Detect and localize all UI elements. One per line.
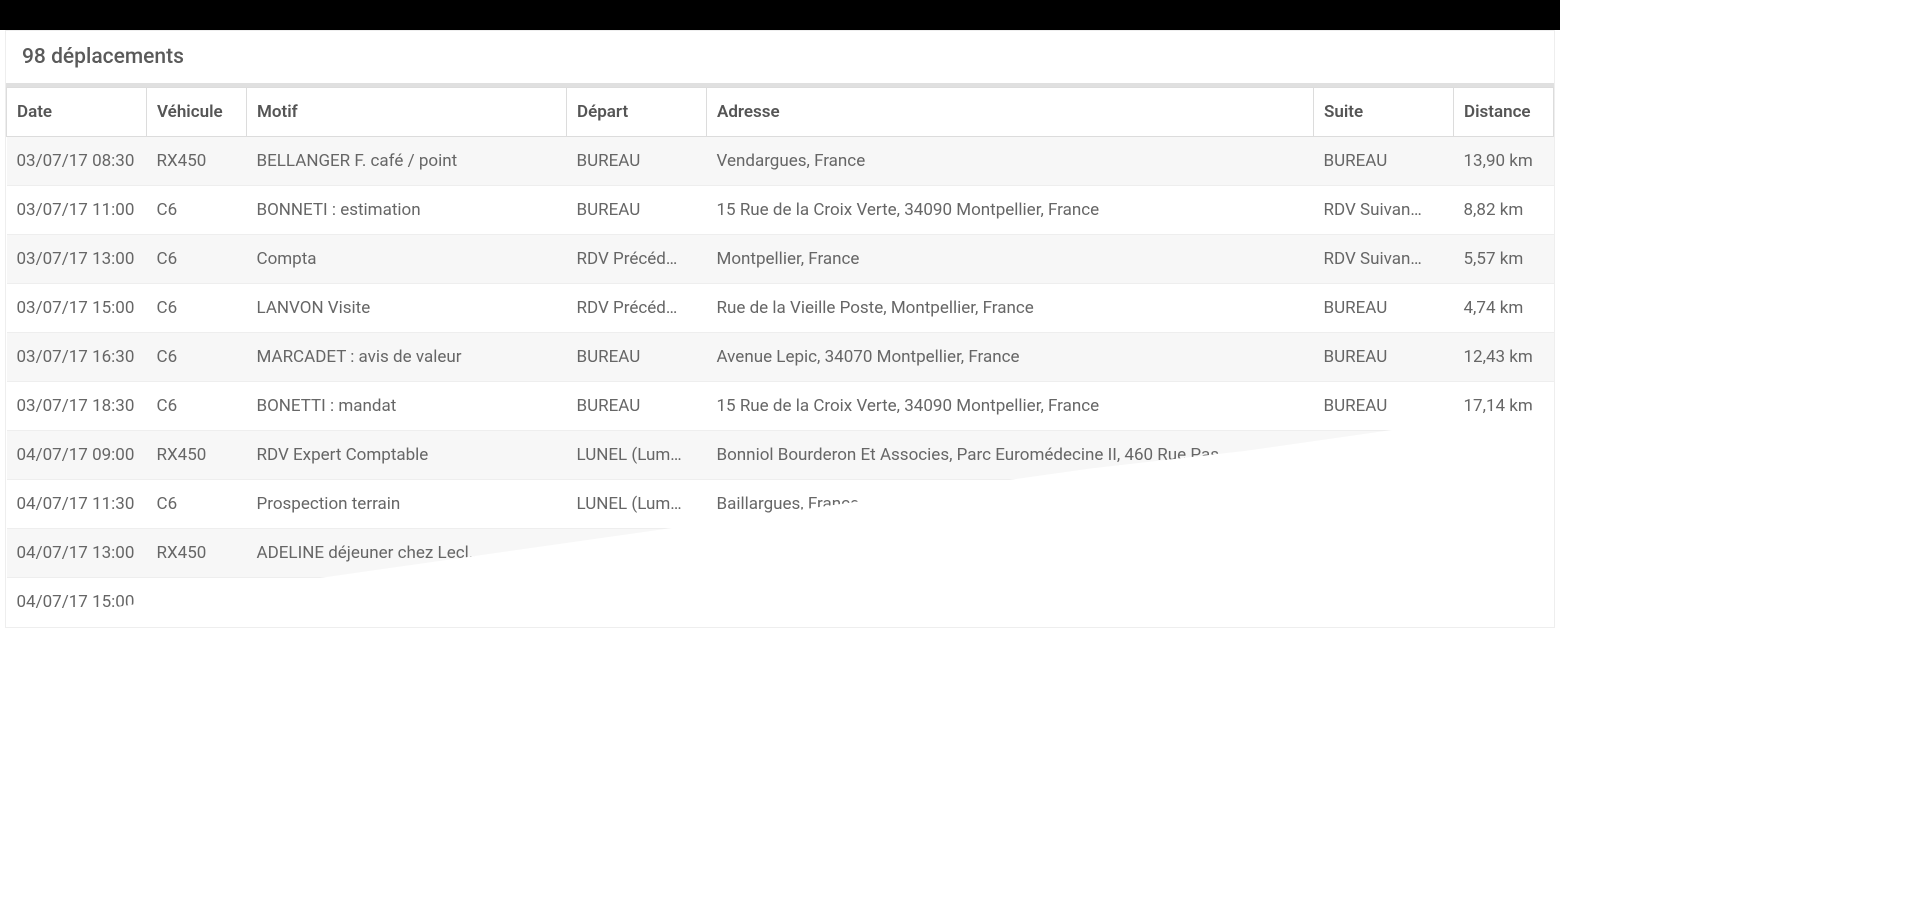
cell-distance: 12,43 km	[1454, 333, 1554, 382]
cell-date: 03/07/17 16:30	[7, 333, 147, 382]
cell-adresse	[707, 529, 1314, 578]
cell-vehicule: C6	[147, 284, 247, 333]
table-row[interactable]: 03/07/17 13:00C6ComptaRDV Précéd…Montpel…	[7, 235, 1554, 284]
cell-suite: BUREAU	[1314, 333, 1454, 382]
cell-suite: RDV Suivan…	[1314, 186, 1454, 235]
cell-distance	[1454, 578, 1554, 627]
cell-distance	[1454, 431, 1554, 480]
trips-panel: 98 déplacements Date Véhicule Motif Dépa…	[5, 30, 1555, 628]
cell-date: 04/07/17 09:00	[7, 431, 147, 480]
cell-motif: Compta	[247, 235, 567, 284]
cell-vehicule	[147, 578, 247, 627]
cell-distance	[1454, 529, 1554, 578]
cell-depart: BUREAU	[567, 186, 707, 235]
cell-suite	[1314, 578, 1454, 627]
cell-depart: RDV Précéd…	[567, 284, 707, 333]
cell-suite: BUREAU	[1314, 382, 1454, 431]
table-row[interactable]: 03/07/17 15:00C6LANVON VisiteRDV Précéd……	[7, 284, 1554, 333]
cell-adresse: Montpellier, France	[707, 235, 1314, 284]
cell-vehicule: RX450	[147, 137, 247, 186]
trips-table: Date Véhicule Motif Départ Adresse Suite…	[6, 87, 1554, 627]
col-header-motif[interactable]: Motif	[247, 88, 567, 137]
cell-date: 04/07/17 11:30	[7, 480, 147, 529]
cell-date: 03/07/17 08:30	[7, 137, 147, 186]
col-header-distance[interactable]: Distance	[1454, 88, 1554, 137]
cell-depart: BUREAU	[567, 137, 707, 186]
table-header-row: Date Véhicule Motif Départ Adresse Suite…	[7, 88, 1554, 137]
cell-date: 04/07/17 15:00	[7, 578, 147, 627]
cell-depart: BUREAU	[567, 333, 707, 382]
cell-suite: BUREAU	[1314, 284, 1454, 333]
cell-distance: 5,57 km	[1454, 235, 1554, 284]
table-row[interactable]: 03/07/17 11:00C6BONNETI : estimationBURE…	[7, 186, 1554, 235]
table-row[interactable]: 03/07/17 08:30RX450BELLANGER F. café / p…	[7, 137, 1554, 186]
cell-distance: 17,14 km	[1454, 382, 1554, 431]
top-black-bar	[0, 0, 1560, 30]
cell-motif: RDV Expert Comptable	[247, 431, 567, 480]
cell-motif: MARCADET : avis de valeur	[247, 333, 567, 382]
cell-date: 03/07/17 11:00	[7, 186, 147, 235]
table-row[interactable]: 04/07/17 15:00	[7, 578, 1554, 627]
col-header-date[interactable]: Date	[7, 88, 147, 137]
cell-suite	[1314, 529, 1454, 578]
cell-vehicule: C6	[147, 186, 247, 235]
cell-motif	[247, 578, 567, 627]
cell-adresse: 15 Rue de la Croix Verte, 34090 Montpell…	[707, 186, 1314, 235]
table-row[interactable]: 04/07/17 11:30C6Prospection terrainLUNEL…	[7, 480, 1554, 529]
cell-adresse: Avenue Lepic, 34070 Montpellier, France	[707, 333, 1314, 382]
cell-vehicule: C6	[147, 333, 247, 382]
cell-motif: BONNETI : estimation	[247, 186, 567, 235]
col-header-depart[interactable]: Départ	[567, 88, 707, 137]
cell-distance: 8,82 km	[1454, 186, 1554, 235]
cell-motif: ADELINE déjeuner chez Lecl…	[247, 529, 567, 578]
cell-depart	[567, 529, 707, 578]
table-row[interactable]: 04/07/17 13:00RX450ADELINE déjeuner chez…	[7, 529, 1554, 578]
cell-motif: BONETTI : mandat	[247, 382, 567, 431]
cell-vehicule: C6	[147, 480, 247, 529]
panel-title: 98 déplacements	[6, 31, 1554, 87]
table-row[interactable]: 03/07/17 16:30C6MARCADET : avis de valeu…	[7, 333, 1554, 382]
cell-depart	[567, 578, 707, 627]
col-header-suite[interactable]: Suite	[1314, 88, 1454, 137]
cell-adresse	[707, 578, 1314, 627]
cell-adresse: Baillargues, France	[707, 480, 1314, 529]
cell-vehicule: C6	[147, 235, 247, 284]
cell-adresse: 15 Rue de la Croix Verte, 34090 Montpell…	[707, 382, 1314, 431]
cell-suite: BUREAU	[1314, 137, 1454, 186]
cell-motif: BELLANGER F. café / point	[247, 137, 567, 186]
col-header-vehicule[interactable]: Véhicule	[147, 88, 247, 137]
cell-suite	[1314, 431, 1454, 480]
cell-adresse: Rue de la Vieille Poste, Montpellier, Fr…	[707, 284, 1314, 333]
cell-date: 04/07/17 13:00	[7, 529, 147, 578]
cell-vehicule: RX450	[147, 431, 247, 480]
cell-adresse: Vendargues, France	[707, 137, 1314, 186]
cell-date: 03/07/17 18:30	[7, 382, 147, 431]
cell-depart: RDV Précéd…	[567, 235, 707, 284]
cell-distance: 4,74 km	[1454, 284, 1554, 333]
cell-date: 03/07/17 15:00	[7, 284, 147, 333]
table-wrapper: Date Véhicule Motif Départ Adresse Suite…	[6, 87, 1554, 627]
cell-adresse: Bonniol Bourderon Et Associes, Parc Euro…	[707, 431, 1314, 480]
cell-motif: Prospection terrain	[247, 480, 567, 529]
cell-depart: LUNEL (Lum…	[567, 480, 707, 529]
cell-suite	[1314, 480, 1454, 529]
cell-vehicule: RX450	[147, 529, 247, 578]
table-row[interactable]: 04/07/17 09:00RX450RDV Expert ComptableL…	[7, 431, 1554, 480]
cell-depart: BUREAU	[567, 382, 707, 431]
cell-suite: RDV Suivan…	[1314, 235, 1454, 284]
cell-depart: LUNEL (Lum…	[567, 431, 707, 480]
cell-motif: LANVON Visite	[247, 284, 567, 333]
cell-distance: 13,90 km	[1454, 137, 1554, 186]
cell-date: 03/07/17 13:00	[7, 235, 147, 284]
table-row[interactable]: 03/07/17 18:30C6BONETTI : mandatBUREAU15…	[7, 382, 1554, 431]
cell-distance	[1454, 480, 1554, 529]
col-header-adresse[interactable]: Adresse	[707, 88, 1314, 137]
cell-vehicule: C6	[147, 382, 247, 431]
